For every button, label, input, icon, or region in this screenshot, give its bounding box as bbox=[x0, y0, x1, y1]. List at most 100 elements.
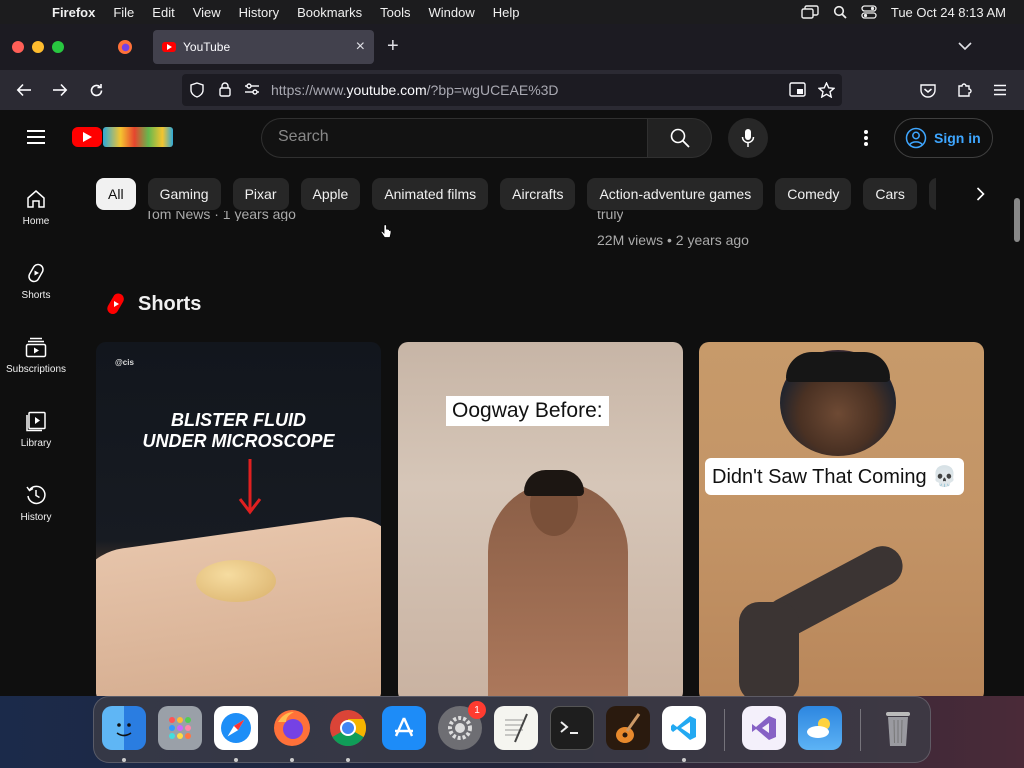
menu-history[interactable]: History bbox=[230, 5, 288, 20]
search-button[interactable] bbox=[647, 118, 712, 158]
leg-image bbox=[739, 602, 799, 696]
spotlight-search-icon[interactable] bbox=[833, 5, 847, 19]
bookmark-star-icon[interactable] bbox=[817, 81, 836, 103]
chip-animated-films[interactable]: Animated films bbox=[372, 178, 489, 210]
browser-tab-strip: YouTube × + bbox=[0, 24, 1024, 70]
dock-trash[interactable] bbox=[876, 706, 920, 750]
dock-textedit[interactable] bbox=[494, 706, 538, 750]
chip-cars[interactable]: Cars bbox=[863, 178, 917, 210]
dock-garageband[interactable] bbox=[606, 706, 650, 750]
menu-bookmarks[interactable]: Bookmarks bbox=[288, 5, 371, 20]
voice-search-button[interactable] bbox=[728, 118, 768, 158]
dock-terminal[interactable] bbox=[550, 706, 594, 750]
history-icon bbox=[26, 485, 46, 505]
list-all-tabs-chevron-icon[interactable] bbox=[958, 38, 972, 56]
partial-video-title-right[interactable]: truly bbox=[597, 211, 623, 223]
short-overlay-text: Didn't Saw That Coming 💀 bbox=[705, 458, 965, 495]
reload-icon bbox=[90, 83, 102, 96]
extensions-button[interactable] bbox=[954, 80, 974, 100]
picture-in-picture-icon[interactable] bbox=[789, 82, 806, 102]
vscode-icon bbox=[671, 716, 696, 740]
tab-youtube[interactable]: YouTube × bbox=[153, 30, 374, 64]
menu-view[interactable]: View bbox=[184, 5, 230, 20]
dock-app-store[interactable] bbox=[382, 706, 426, 750]
tracking-protection-shield-icon[interactable] bbox=[190, 82, 204, 103]
site-permissions-icon[interactable] bbox=[244, 82, 260, 101]
gear-icon bbox=[448, 716, 472, 740]
microphone-icon bbox=[741, 129, 755, 147]
firefox-pinned-tab[interactable] bbox=[110, 36, 140, 58]
short-overlay-text: Oogway Before: bbox=[446, 396, 609, 426]
chip-comedy[interactable]: Comedy bbox=[775, 178, 852, 210]
url-text[interactable]: https://www.youtube.com/?bp=wgUCEAE%3D bbox=[271, 82, 559, 98]
chips-next-button[interactable] bbox=[964, 178, 996, 210]
back-button[interactable] bbox=[14, 80, 34, 100]
sidebar-item-library[interactable]: Library bbox=[0, 392, 72, 466]
forward-button[interactable] bbox=[50, 80, 70, 100]
dock-firefox[interactable] bbox=[270, 706, 314, 750]
sidebar-item-history[interactable]: History bbox=[0, 466, 72, 540]
short-card[interactable]: Oogway Before: bbox=[398, 342, 683, 696]
menu-window[interactable]: Window bbox=[420, 5, 484, 20]
zoom-window-button[interactable] bbox=[52, 41, 64, 53]
close-tab-icon[interactable]: × bbox=[356, 38, 365, 56]
minimize-window-button[interactable] bbox=[32, 41, 44, 53]
menu-help[interactable]: Help bbox=[484, 5, 529, 20]
dock-system-settings[interactable]: 1 bbox=[438, 701, 486, 750]
red-arrow-icon bbox=[238, 459, 262, 515]
forward-arrow-icon bbox=[53, 83, 68, 97]
chrome-icon bbox=[330, 710, 367, 747]
dock-separator bbox=[724, 709, 725, 751]
reload-button[interactable] bbox=[86, 80, 106, 100]
close-window-button[interactable] bbox=[12, 41, 24, 53]
dock-running-indicator bbox=[122, 758, 126, 762]
dock-finder[interactable] bbox=[102, 706, 146, 750]
chip-all[interactable]: All bbox=[96, 178, 136, 210]
chip-partial[interactable] bbox=[928, 178, 936, 210]
youtube-doodle-logo[interactable] bbox=[103, 127, 173, 147]
dock-visual-studio[interactable] bbox=[742, 706, 786, 750]
dock-launchpad[interactable] bbox=[158, 706, 202, 750]
puzzle-piece-icon bbox=[958, 83, 972, 97]
sidebar-item-shorts[interactable]: Shorts bbox=[0, 244, 72, 318]
menu-edit[interactable]: Edit bbox=[143, 5, 183, 20]
search-box[interactable] bbox=[261, 118, 647, 158]
chip-action-adventure-games[interactable]: Action-adventure games bbox=[587, 178, 764, 210]
chip-gaming[interactable]: Gaming bbox=[147, 178, 221, 210]
short-card[interactable]: @cis BLISTER FLUID UNDER MICROSCOPE bbox=[96, 342, 381, 696]
chip-pixar[interactable]: Pixar bbox=[232, 178, 289, 210]
dock-safari[interactable] bbox=[214, 706, 258, 750]
textedit-icon bbox=[505, 713, 528, 743]
url-bar[interactable]: https://www.youtube.com/?bp=wgUCEAE%3D bbox=[182, 74, 842, 106]
control-center-icon[interactable] bbox=[861, 5, 877, 19]
menu-clock[interactable]: Tue Oct 24 8:13 AM bbox=[891, 5, 1006, 20]
dock-vscode[interactable] bbox=[662, 706, 706, 750]
library-icon bbox=[26, 411, 46, 432]
guide-menu-button[interactable] bbox=[27, 130, 45, 144]
lock-icon[interactable] bbox=[219, 82, 231, 102]
chip-aircrafts[interactable]: Aircrafts bbox=[500, 178, 576, 210]
trash-icon bbox=[886, 712, 910, 746]
app-menu-button[interactable] bbox=[990, 80, 1010, 100]
pocket-button[interactable] bbox=[918, 80, 938, 100]
new-tab-button[interactable]: + bbox=[387, 35, 399, 58]
settings-more-icon[interactable] bbox=[858, 128, 874, 148]
dock-weather[interactable] bbox=[798, 706, 842, 750]
firefox-icon bbox=[118, 40, 132, 54]
page-scrollbar-thumb[interactable] bbox=[1014, 198, 1020, 242]
menu-tools[interactable]: Tools bbox=[371, 5, 419, 20]
sidebar-item-label: History bbox=[20, 512, 52, 523]
sign-in-button[interactable]: Sign in bbox=[894, 118, 993, 158]
short-card[interactable]: Didn't Saw That Coming 💀 bbox=[699, 342, 984, 696]
search-input[interactable] bbox=[278, 128, 618, 146]
menu-file[interactable]: File bbox=[104, 5, 143, 20]
notification-badge: 1 bbox=[468, 701, 486, 719]
sidebar-item-subscriptions[interactable]: Subscriptions bbox=[0, 318, 72, 392]
chip-apple[interactable]: Apple bbox=[300, 178, 361, 210]
screen-mirroring-icon[interactable] bbox=[801, 5, 819, 19]
hamburger-menu-icon bbox=[994, 84, 1006, 96]
youtube-logo-icon[interactable] bbox=[72, 127, 102, 147]
dock-chrome[interactable] bbox=[326, 706, 370, 750]
sidebar-item-home[interactable]: Home bbox=[0, 170, 72, 244]
menu-app-name[interactable]: Firefox bbox=[52, 5, 104, 20]
